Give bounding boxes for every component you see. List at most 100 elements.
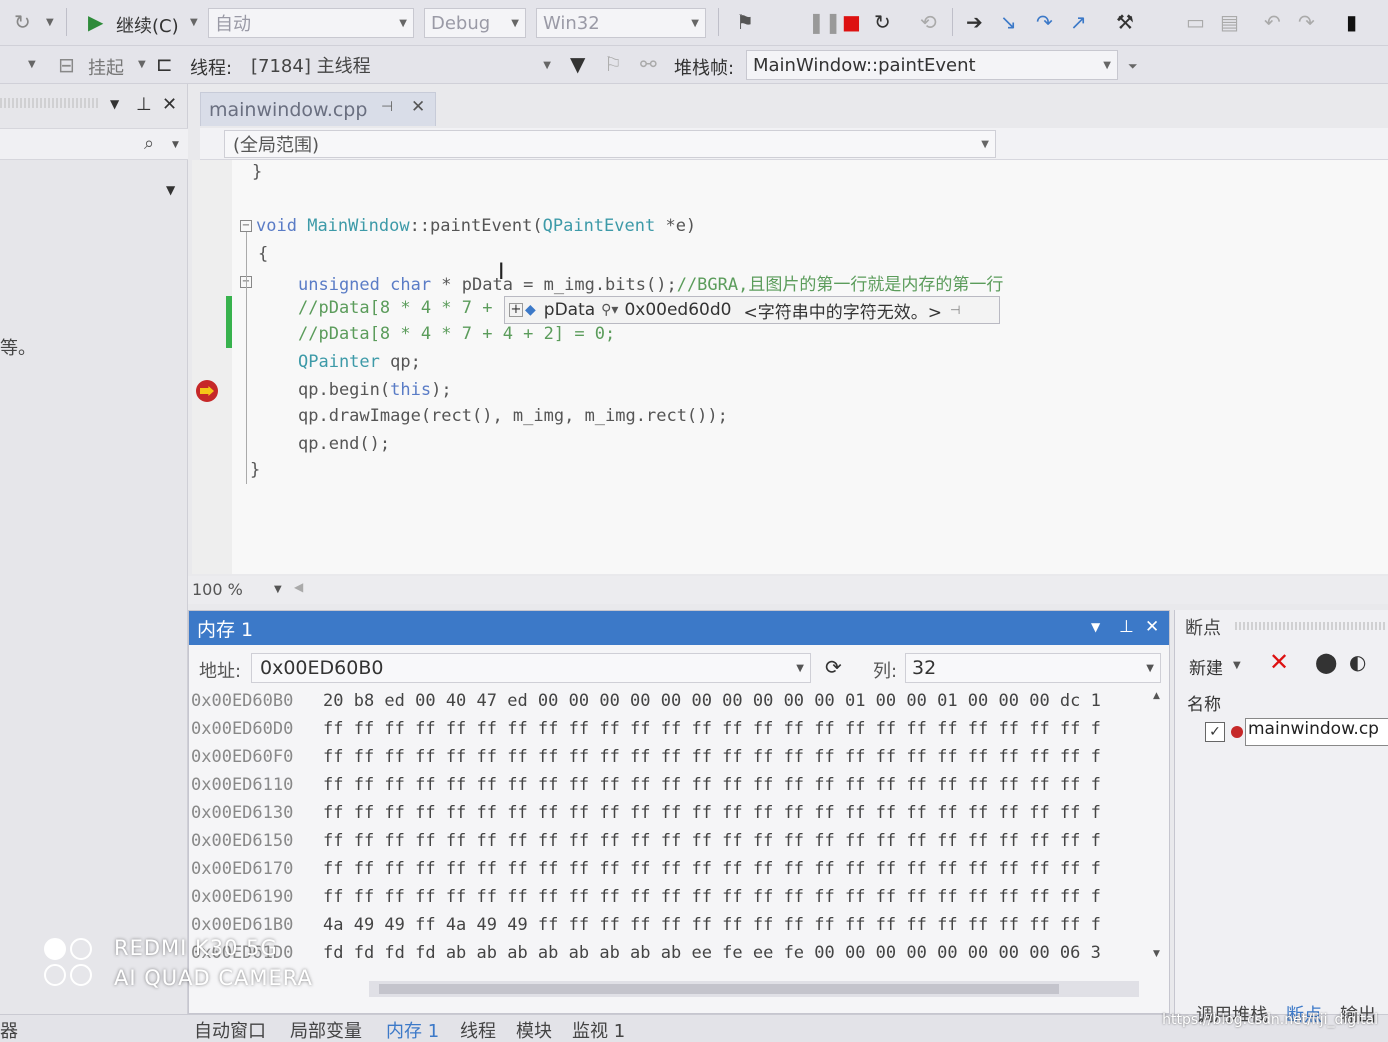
chevron-down-icon[interactable]: ▼: [1091, 620, 1100, 634]
search-input[interactable]: ⌕ ▼: [0, 128, 188, 160]
solution-config-combo[interactable]: 自动 ▼: [208, 8, 414, 38]
stackframe-combo[interactable]: MainWindow::paintEvent ▼: [746, 50, 1118, 80]
columns-combo[interactable]: 32 ▼: [905, 653, 1161, 683]
tab-locals[interactable]: 局部变量: [290, 1017, 362, 1042]
tab-mainwindow-cpp[interactable]: mainwindow.cpp ⊣ ✕: [200, 92, 436, 126]
tab-threads[interactable]: 线程: [460, 1017, 496, 1042]
restart-debug-icon[interactable]: ↻: [874, 12, 891, 32]
scroll-up-icon[interactable]: ▲: [1153, 691, 1160, 701]
memory-bytes[interactable]: ff ff ff ff ff ff ff ff ff ff ff ff ff f…: [323, 803, 1101, 823]
pause-icon[interactable]: ❚❚: [808, 12, 842, 32]
chevron-down-icon[interactable]: ▼: [274, 584, 282, 595]
close-icon[interactable]: ✕: [411, 97, 425, 117]
tab-watch1[interactable]: 监视 1: [572, 1017, 625, 1042]
datatip[interactable]: + ◆ pData ⚲▾ 0x00ed60d0 <字符串中的字符无效。> ⊣: [504, 296, 1000, 324]
code-editor[interactable]: − − } void MainWindow::paintEvent(QPaint…: [192, 160, 1388, 574]
breakpoint-checkbox[interactable]: ✓: [1205, 722, 1225, 742]
chevron-down-icon[interactable]: ▼: [28, 60, 36, 70]
memory-bytes[interactable]: ff ff ff ff ff ff ff ff ff ff ff ff ff f…: [323, 831, 1101, 851]
panel-grip[interactable]: [1235, 622, 1385, 630]
memory-bytes[interactable]: ff ff ff ff ff ff ff ff ff ff ff ff ff f…: [323, 859, 1101, 879]
datatip-name: pData: [543, 300, 596, 320]
chevron-down-icon[interactable]: ▼: [110, 98, 119, 110]
redo-icon[interactable]: ↷: [1298, 12, 1315, 32]
process-icon[interactable]: ⚑: [736, 12, 754, 32]
show-next-statement-icon[interactable]: ➔: [966, 12, 983, 32]
datatip-value[interactable]: 0x00ed60d0: [624, 300, 731, 320]
expand-icon[interactable]: +: [509, 303, 523, 317]
memory-bytes[interactable]: 20 b8 ed 00 40 47 ed 00 00 00 00 00 00 0…: [323, 691, 1101, 711]
scope-combo[interactable]: (全局范围) ▼: [224, 130, 996, 158]
chevron-down-icon[interactable]: ▼: [46, 18, 54, 28]
stop-icon[interactable]: ■: [842, 12, 861, 32]
scroll-left-icon[interactable]: ◀: [294, 580, 303, 594]
memory-bytes[interactable]: fd fd fd fd ab ab ab ab ab ab ab ab ee f…: [323, 943, 1101, 963]
code-text: );: [431, 380, 452, 400]
memory-titlebar[interactable]: 内存 1 ▼ ⊥ ✕: [189, 611, 1169, 645]
flag-icon[interactable]: ⚐: [604, 54, 622, 74]
step-out-icon[interactable]: ↗: [1070, 12, 1087, 32]
pin-icon[interactable]: ⊣: [950, 303, 960, 317]
bookmark-flag-icon[interactable]: ▮: [1346, 12, 1357, 32]
overflow-icon[interactable]: ⏷: [1128, 60, 1138, 72]
memory-bytes[interactable]: 4a 49 49 ff 4a 49 49 ff ff ff ff ff ff f…: [323, 915, 1101, 935]
hex-display-icon[interactable]: ⚒: [1116, 12, 1134, 32]
memory-bytes[interactable]: ff ff ff ff ff ff ff ff ff ff ff ff ff f…: [323, 887, 1101, 907]
step-into-icon[interactable]: ↘: [1000, 12, 1017, 32]
tab-autos[interactable]: 自动窗口: [194, 1017, 266, 1042]
filter-icon[interactable]: ▼: [570, 54, 585, 74]
chevron-down-icon[interactable]: ▼: [166, 184, 175, 196]
collapse-icon[interactable]: −: [240, 220, 252, 232]
pin-icon[interactable]: ⊥: [136, 96, 152, 114]
panel-grip[interactable]: [0, 98, 100, 108]
delete-icon[interactable]: ✕: [1269, 648, 1289, 676]
undo-icon[interactable]: ↶: [1264, 12, 1281, 32]
suspend-button[interactable]: 挂起: [88, 54, 124, 80]
play-icon[interactable]: ▶: [88, 12, 103, 32]
search-icon[interactable]: ⌕: [144, 135, 154, 153]
memory-bytes[interactable]: ff ff ff ff ff ff ff ff ff ff ff ff ff f…: [323, 775, 1101, 795]
apply-changes-icon[interactable]: ⟲: [920, 12, 937, 32]
config-combo[interactable]: Debug ▼: [424, 8, 526, 38]
chevron-down-icon[interactable]: ▼: [172, 141, 179, 150]
memory-bytes[interactable]: ff ff ff ff ff ff ff ff ff ff ff ff ff f…: [323, 747, 1101, 767]
pin-icon[interactable]: ⊣: [381, 99, 393, 115]
memory-grid[interactable]: 0x00ED60B0 20 b8 ed 00 40 47 ed 00 00 00 …: [189, 691, 1169, 991]
address-input[interactable]: 0x00ED60B0 ▼: [251, 653, 811, 683]
close-icon[interactable]: ✕: [1145, 617, 1159, 637]
scrollbar-thumb[interactable]: [379, 984, 1059, 994]
continue-button[interactable]: 继续(C): [116, 12, 179, 38]
pin-icon[interactable]: ⊥: [1119, 617, 1134, 637]
tab-memory1[interactable]: 内存 1: [386, 1017, 439, 1042]
step-over-icon[interactable]: ↷: [1036, 12, 1053, 32]
name-column-header[interactable]: 名称: [1187, 690, 1221, 715]
show-flagged-icon[interactable]: ⚯: [640, 54, 657, 74]
memory-window: 内存 1 ▼ ⊥ ✕ 地址: 0x00ED60B0 ▼ ⟳ 列: 32 ▼ 0x…: [188, 610, 1170, 1014]
breakpoint-icon[interactable]: [196, 380, 218, 402]
close-icon[interactable]: ✕: [162, 96, 177, 114]
tab-edge[interactable]: 器: [0, 1017, 18, 1042]
bookmark-icon[interactable]: ▭: [1186, 12, 1205, 32]
restart-icon[interactable]: ↻: [14, 12, 31, 32]
tab-modules[interactable]: 模块: [516, 1017, 552, 1042]
toggle-all-icon[interactable]: ◐: [1349, 650, 1366, 674]
chevron-down-icon[interactable]: ▼: [190, 18, 198, 28]
thread-combo[interactable]: [7184] 主线程 ▼: [244, 50, 558, 80]
suspend-icon[interactable]: ⊟: [58, 55, 75, 75]
reevaluate-icon[interactable]: ⟳: [825, 655, 842, 679]
magnifier-icon[interactable]: ⚲▾: [601, 302, 618, 318]
chevron-down-icon[interactable]: ▼: [1233, 660, 1241, 671]
chevron-down-icon[interactable]: ▼: [138, 60, 146, 70]
code-line: }: [250, 460, 260, 480]
zoom-combo[interactable]: 100 %: [192, 580, 243, 599]
breakpoint-gutter[interactable]: [192, 160, 232, 574]
new-breakpoint-button[interactable]: 新建: [1189, 654, 1223, 679]
delete-all-icon[interactable]: ⬤: [1315, 650, 1337, 674]
memory-bytes[interactable]: ff ff ff ff ff ff ff ff ff ff ff ff ff f…: [323, 719, 1101, 739]
comment-icon[interactable]: ▤: [1220, 12, 1239, 32]
horizontal-scrollbar[interactable]: [369, 981, 1139, 997]
breakpoint-item[interactable]: mainwindow.cp: [1245, 718, 1388, 746]
platform-combo[interactable]: Win32 ▼: [536, 8, 706, 38]
solution-explorer-panel: ▼ ⊥ ✕ ⌕ ▼ ▼ 等。: [0, 84, 188, 1014]
scroll-down-icon[interactable]: ▼: [1153, 949, 1160, 959]
